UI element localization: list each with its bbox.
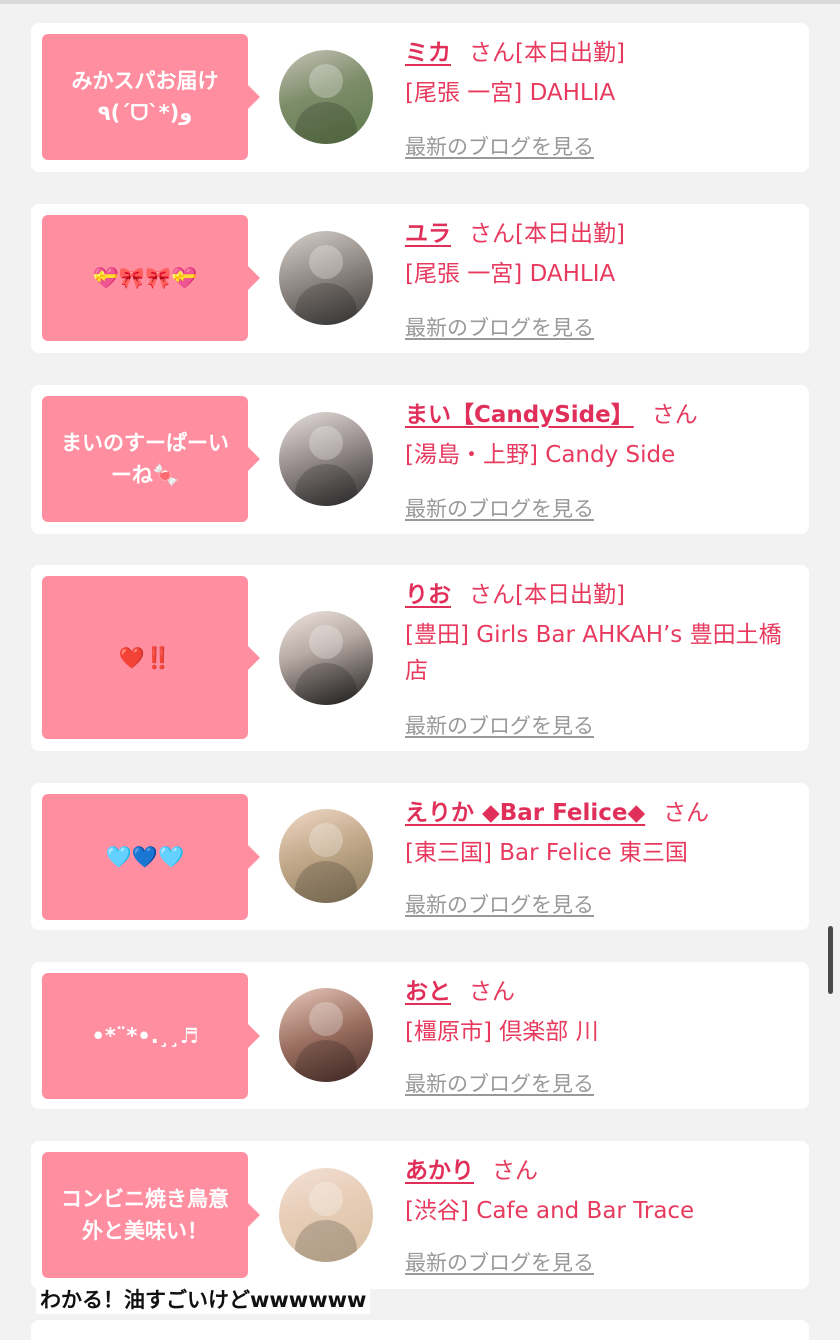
message-bubble: 💝🎀🎀💝 [42, 215, 260, 341]
cast-name-link[interactable]: おと [405, 979, 451, 1005]
message-text: 💝🎀🎀💝 [92, 266, 198, 290]
message-text: まいのすーぱーいーね🍬 [61, 431, 229, 487]
message-bubble: みかスパお届け ٩(ˊᗜˋ*)و [42, 34, 260, 160]
blog-link[interactable]: 最新のブログを見る [405, 493, 594, 523]
avatar[interactable] [279, 1168, 373, 1262]
message-bubble: コンビニ焼き鳥意外と美味い！ [42, 1152, 260, 1278]
message-text: コンビニ焼き鳥意外と美味い！ [61, 1187, 229, 1243]
status-label: さん[本日出勤] [469, 221, 625, 247]
cast-name-link[interactable]: まい【CandySide】 [405, 402, 634, 428]
status-label: さん [492, 1158, 538, 1184]
cast-name-link[interactable]: えりか ◆Bar Felice◆ [405, 800, 645, 826]
blog-link[interactable]: 最新のブログを見る [405, 710, 594, 740]
avatar[interactable] [279, 231, 373, 325]
status-label: さん[本日出勤] [469, 582, 625, 608]
list-item: 🩵💙🩵 えりか ◆Bar Felice◆ さん [東三国] Bar Felice … [31, 783, 809, 930]
scrollbar[interactable] [828, 926, 833, 994]
message-bubble: •*¨*•.¸¸♬ [42, 973, 260, 1099]
blog-link[interactable]: 最新のブログを見る [405, 312, 594, 342]
shop-label: [湯島・上野] Candy Side [405, 442, 676, 468]
overlay-caption: わかる！油すごいけどwwwwww [36, 1286, 371, 1314]
status-label: さん [651, 402, 698, 428]
shop-label: [尾張 一宮] DAHLIA [405, 261, 616, 287]
status-label: さん [663, 800, 710, 826]
message-bubble: まいのすーぱーいーね🍬 [42, 396, 260, 522]
status-label: さん[本日出勤] [469, 40, 625, 66]
list-item: コンビニ焼き鳥意外と美味い！ あかり さん [渋谷] Cafe and Bar T… [31, 1141, 809, 1289]
top-divider [0, 0, 840, 4]
cast-name-link[interactable]: ミカ [405, 40, 451, 66]
list-item: まいのすーぱーいーね🍬 まい【CandySide】 さん [湯島・上野] Cand… [31, 385, 809, 534]
message-text: ❤️‼️ [118, 645, 172, 670]
blog-link[interactable]: 最新のブログを見る [405, 1068, 594, 1098]
shop-label: [橿原市] 倶楽部 川 [405, 1019, 599, 1045]
message-text: •*¨*•.¸¸♬ [91, 1024, 199, 1048]
list-item: 💝🎀🎀💝 ユラ さん[本日出勤] [尾張 一宮] DAHLIA 最新のブログを見る [31, 204, 809, 353]
status-label: さん [469, 979, 515, 1005]
shop-label: [尾張 一宮] DAHLIA [405, 80, 616, 106]
shop-label: [東三国] Bar Felice 東三国 [405, 840, 688, 866]
avatar[interactable] [279, 611, 373, 705]
blog-link[interactable]: 最新のブログを見る [405, 1247, 594, 1277]
next-list-item [31, 1320, 809, 1340]
message-bubble: 🩵💙🩵 [42, 794, 260, 920]
list-item: •*¨*•.¸¸♬ おと さん [橿原市] 倶楽部 川 最新のブログを見る [31, 962, 809, 1109]
avatar[interactable] [279, 809, 373, 903]
avatar[interactable] [279, 50, 373, 144]
shop-label: [渋谷] Cafe and Bar Trace [405, 1198, 695, 1224]
cast-name-link[interactable]: りお [405, 582, 451, 608]
shop-label: [豊田] Girls Bar AHKAH’s 豊田土橋店 [405, 622, 782, 684]
message-bubble: ❤️‼️ [42, 576, 260, 739]
blog-link[interactable]: 最新のブログを見る [405, 889, 594, 919]
message-text: みかスパお届け ٩(ˊᗜˋ*)و [71, 69, 219, 125]
cast-name-link[interactable]: あかり [405, 1158, 474, 1184]
list-item: ❤️‼️ りお さん[本日出勤] [豊田] Girls Bar AHKAH’s 豊… [31, 565, 809, 751]
message-text: 🩵💙🩵 [105, 845, 185, 869]
list-item: みかスパお届け ٩(ˊᗜˋ*)و ミカ さん[本日出勤] [尾張 一宮] DAHL… [31, 23, 809, 172]
avatar[interactable] [279, 988, 373, 1082]
cast-name-link[interactable]: ユラ [405, 221, 451, 247]
avatar[interactable] [279, 412, 373, 506]
blog-link[interactable]: 最新のブログを見る [405, 131, 594, 161]
